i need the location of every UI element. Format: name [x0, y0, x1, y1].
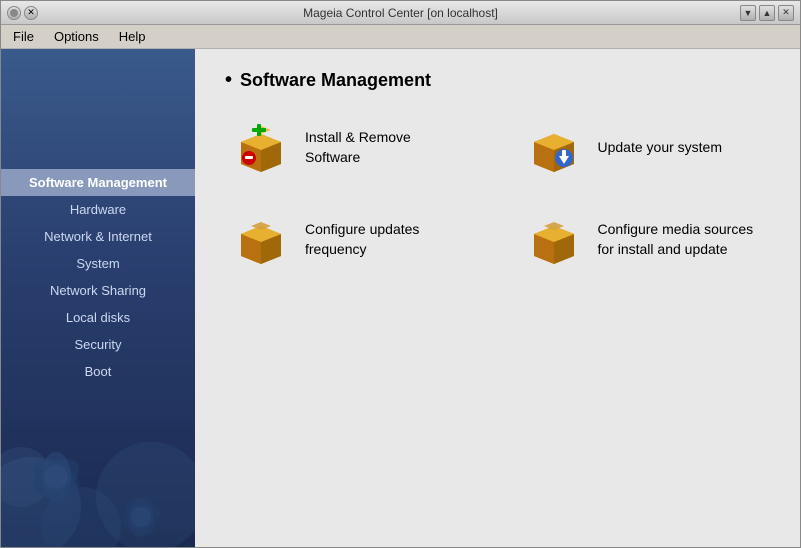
window-title: Mageia Control Center [on localhost] [303, 6, 498, 20]
install-remove-icon [233, 120, 289, 176]
install-remove-label: Install & Remove Software [305, 128, 470, 167]
sidebar-item-network-sharing[interactable]: Network Sharing [1, 277, 195, 304]
section-title: Software Management [225, 69, 770, 92]
configure-updates-icon [233, 212, 289, 268]
sidebar: Software Management Hardware Network & I… [1, 49, 195, 547]
menu-help[interactable]: Help [113, 27, 152, 46]
maximize-button[interactable]: ▲ [759, 5, 775, 21]
configure-media-label: Configure media sources for install and … [598, 220, 763, 259]
sidebar-item-security[interactable]: Security [1, 331, 195, 358]
titlebar-left: ✕ [7, 6, 38, 20]
sidebar-item-software-management[interactable]: Software Management [1, 169, 195, 196]
window: ✕ Mageia Control Center [on localhost] ▼… [0, 0, 801, 548]
window-icon [7, 6, 21, 20]
update-system-label: Update your system [598, 138, 723, 158]
sidebar-item-network-internet[interactable]: Network & Internet [1, 223, 195, 250]
menubar: File Options Help [1, 25, 800, 49]
close-button[interactable]: ✕ [778, 5, 794, 21]
menu-file[interactable]: File [7, 27, 40, 46]
configure-media-icon [526, 212, 582, 268]
content-area: Software Management [195, 49, 800, 547]
option-configure-media[interactable]: Configure media sources for install and … [518, 204, 771, 276]
menu-options[interactable]: Options [48, 27, 105, 46]
sidebar-nav: Software Management Hardware Network & I… [1, 169, 195, 385]
sidebar-item-local-disks[interactable]: Local disks [1, 304, 195, 331]
update-system-icon [526, 120, 582, 176]
close-btn[interactable]: ✕ [24, 6, 38, 20]
titlebar: ✕ Mageia Control Center [on localhost] ▼… [1, 1, 800, 25]
main-area: Software Management Hardware Network & I… [1, 49, 800, 547]
minimize-button[interactable]: ▼ [740, 5, 756, 21]
sidebar-item-system[interactable]: System [1, 250, 195, 277]
sidebar-item-hardware[interactable]: Hardware [1, 196, 195, 223]
option-install-remove[interactable]: Install & Remove Software [225, 112, 478, 184]
options-grid: Install & Remove Software [225, 112, 770, 276]
window-buttons: ▼ ▲ ✕ [740, 5, 794, 21]
window-controls: ✕ [7, 6, 38, 20]
option-update-system[interactable]: Update your system [518, 112, 771, 184]
option-configure-updates[interactable]: Configure updates frequency [225, 204, 478, 276]
configure-updates-label: Configure updates frequency [305, 220, 470, 259]
sidebar-item-boot[interactable]: Boot [1, 358, 195, 385]
